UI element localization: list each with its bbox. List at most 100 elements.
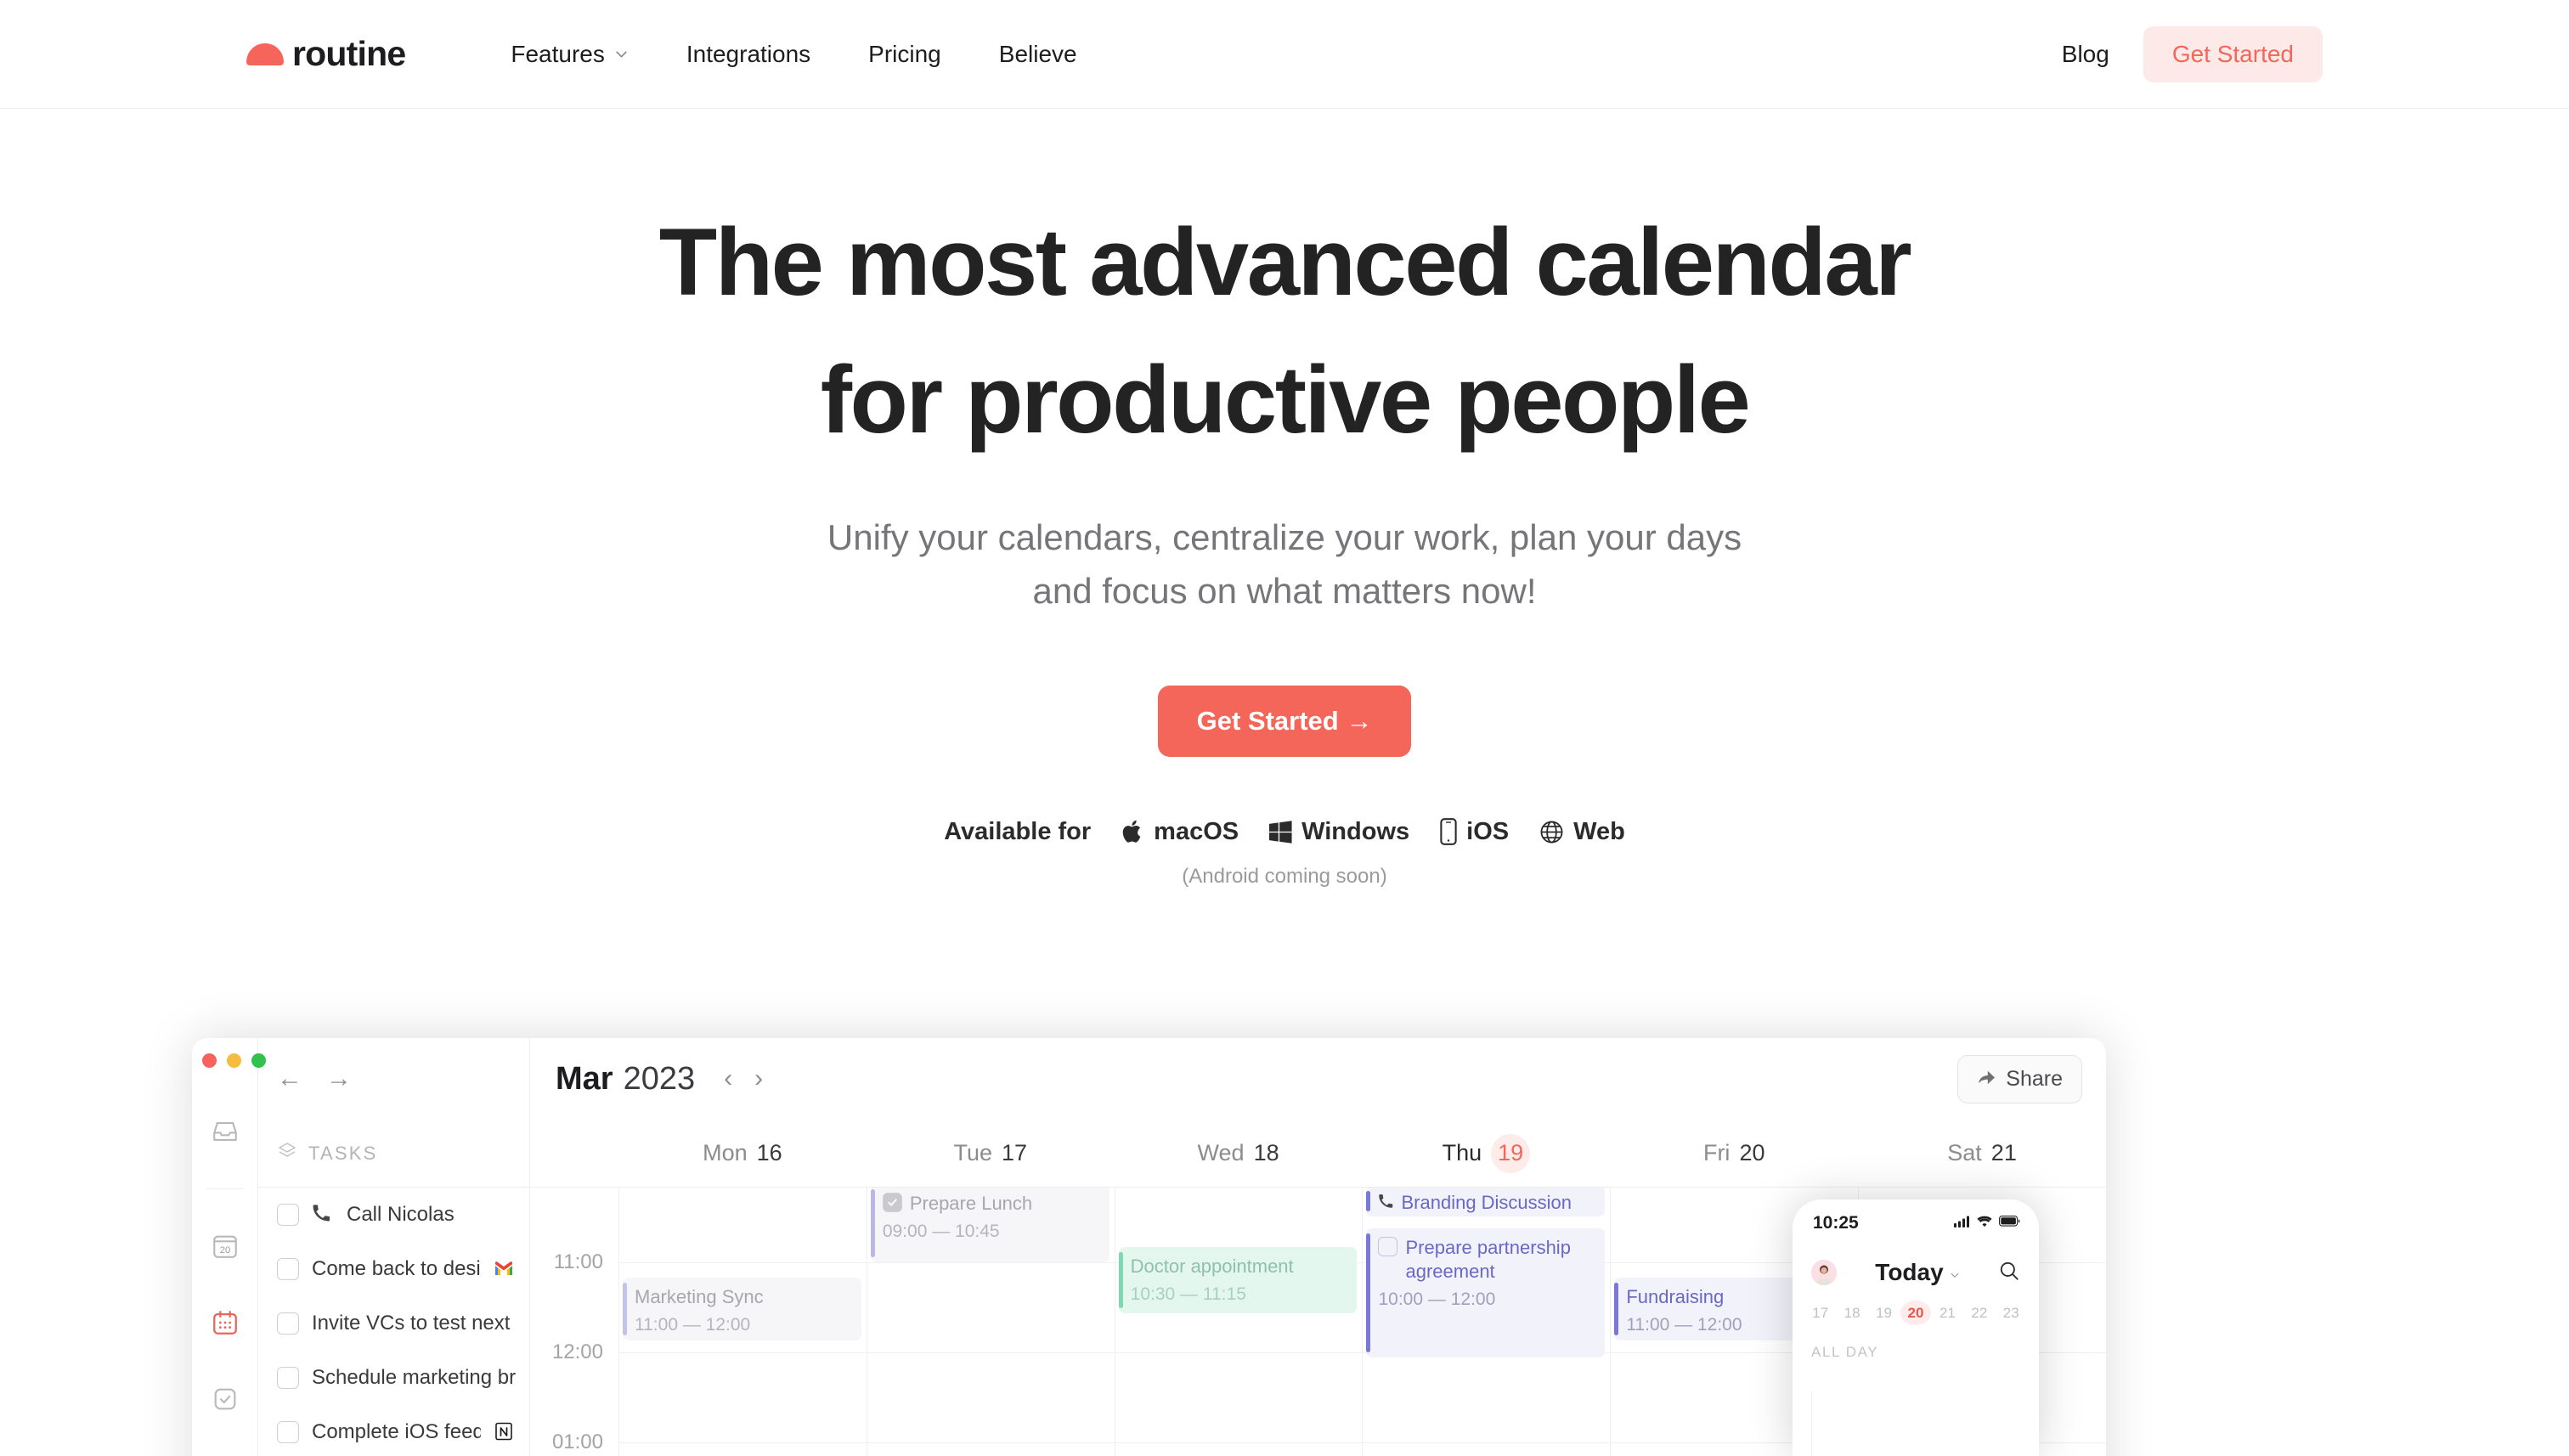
event-color-bar xyxy=(1118,1252,1123,1308)
day-column-thu[interactable]: Branding Discussion Prepare partnership … xyxy=(1362,1188,1610,1456)
phone-all-day-label: ALL DAY xyxy=(1811,1344,1879,1360)
calendar-day-headers: Mon 16 Tue 17 Wed 18 Thu 19 Fri 20 Sat 2… xyxy=(530,1120,2106,1188)
globe-icon xyxy=(1539,820,1564,844)
event-title: Doctor appointment xyxy=(1130,1256,1294,1277)
day-number: 21 xyxy=(1990,1140,2017,1165)
nav-item-integrations[interactable]: Integrations xyxy=(658,41,839,68)
day-header-mon[interactable]: Mon 16 xyxy=(618,1120,867,1187)
event-checkbox[interactable] xyxy=(1378,1237,1398,1256)
nav-get-started-button[interactable]: Get Started xyxy=(2143,25,2323,82)
event-color-bar xyxy=(1366,1233,1371,1352)
event-checkbox[interactable] xyxy=(882,1193,902,1212)
calendar-event[interactable]: Prepare partnership agreement 10:00 — 12… xyxy=(1366,1228,1606,1357)
calendar-event[interactable]: Prepare Lunch 09:00 — 10:45 xyxy=(870,1188,1109,1262)
platform-windows[interactable]: Windows xyxy=(1269,818,1409,846)
calendar-grid-icon[interactable] xyxy=(206,1303,245,1342)
hero-title: The most advanced calendar for productiv… xyxy=(0,194,2569,470)
check-square-icon[interactable] xyxy=(206,1380,245,1419)
phone-date[interactable]: 18 xyxy=(1836,1305,1867,1322)
day-header-wed[interactable]: Wed 18 xyxy=(1115,1120,1363,1187)
prev-week-button[interactable]: ‹ xyxy=(724,1064,732,1093)
task-item[interactable]: Call Nicolas xyxy=(258,1188,529,1242)
day-column-mon[interactable]: Marketing Sync 11:00 — 12:00 xyxy=(618,1188,867,1456)
phone-title-group[interactable]: Today xyxy=(1875,1259,1959,1286)
calendar-year: 2023 xyxy=(623,1060,696,1097)
calendar-event[interactable]: Marketing Sync 11:00 — 12:00 xyxy=(623,1278,861,1340)
calendar-event[interactable]: Branding Discussion xyxy=(1366,1188,1606,1216)
search-icon[interactable] xyxy=(1998,1260,2020,1286)
platform-web[interactable]: Web xyxy=(1539,818,1625,846)
tasks-panel: ← → TASKS Call Nicolas Come back to desi… xyxy=(258,1038,530,1456)
minimize-button[interactable] xyxy=(227,1053,241,1068)
task-checkbox[interactable] xyxy=(277,1204,299,1226)
day-number: 18 xyxy=(1253,1140,1279,1165)
event-time: 11:00 — 12:00 xyxy=(635,1315,751,1335)
brand-name: routine xyxy=(292,34,406,73)
day-header-tue[interactable]: Tue 17 xyxy=(867,1120,1115,1187)
share-button[interactable]: Share xyxy=(1957,1054,2082,1103)
task-checkbox[interactable] xyxy=(277,1258,299,1280)
event-time: 09:00 — 10:45 xyxy=(882,1222,1000,1242)
task-item[interactable]: Schedule marketing brainstor... xyxy=(258,1351,529,1405)
task-checkbox[interactable] xyxy=(277,1312,299,1335)
svg-text:20: 20 xyxy=(219,1245,230,1256)
chevron-down-icon xyxy=(1950,1259,1960,1286)
next-week-button[interactable]: › xyxy=(754,1064,763,1093)
task-checkbox[interactable] xyxy=(277,1367,299,1389)
window-traffic-lights xyxy=(202,1053,266,1068)
day-name: Fri xyxy=(1702,1140,1731,1165)
phone-mockup: 10:25 Today 17 18 19 20 21 22 23 ALL DAY xyxy=(1793,1199,2039,1456)
nav-item-features[interactable]: Features xyxy=(482,41,658,68)
nav-right-group: Blog Get Started xyxy=(2062,25,2323,82)
day-header-thu-today[interactable]: Thu 19 xyxy=(1362,1120,1610,1187)
chevron-down-icon xyxy=(614,47,629,61)
calendar-event[interactable]: Doctor appointment 10:30 — 11:15 xyxy=(1118,1247,1358,1313)
task-checkbox[interactable] xyxy=(277,1421,299,1443)
phone-date[interactable]: 21 xyxy=(1932,1305,1963,1322)
phone-date[interactable]: 17 xyxy=(1804,1305,1836,1322)
day-number: 20 xyxy=(1739,1140,1765,1165)
phone-date[interactable]: 19 xyxy=(1868,1305,1900,1322)
day-column-wed[interactable]: Doctor appointment 10:30 — 11:15 xyxy=(1114,1188,1363,1456)
platform-macos[interactable]: macOS xyxy=(1121,818,1239,846)
phone-icon xyxy=(312,1204,334,1226)
task-item[interactable]: Come back to designer xyxy=(258,1242,529,1296)
inbox-icon[interactable] xyxy=(206,1112,245,1151)
top-navbar: routine Features Integrations Pricing Be… xyxy=(0,0,2569,109)
phone-date-active[interactable]: 20 xyxy=(1900,1301,1932,1325)
phone-date[interactable]: 23 xyxy=(1996,1305,2027,1322)
forward-arrow-button[interactable]: → xyxy=(326,1066,352,1092)
platform-ios[interactable]: iOS xyxy=(1440,818,1509,846)
calendar-day-icon[interactable]: 20 xyxy=(206,1227,245,1266)
day-header-sat[interactable]: Sat 21 xyxy=(1858,1120,2106,1187)
nav-item-pricing[interactable]: Pricing xyxy=(839,41,970,68)
task-label: Schedule marketing brainstor... xyxy=(312,1366,516,1389)
platform-availability: Available for macOS Windows iOS Web xyxy=(0,818,2569,846)
task-item[interactable]: Complete iOS feedback xyxy=(258,1405,529,1456)
routine-dome-icon xyxy=(246,42,284,65)
wifi-icon xyxy=(1977,1216,1992,1232)
nav-item-blog[interactable]: Blog xyxy=(2062,41,2109,68)
hero-get-started-button[interactable]: Get Started → xyxy=(1157,685,1412,757)
event-time: 10:30 — 11:15 xyxy=(1130,1284,1246,1305)
phone-header: Today xyxy=(1793,1233,2039,1286)
task-label: Call Nicolas xyxy=(347,1203,455,1226)
time-label: 01:00 xyxy=(551,1431,603,1453)
notion-icon xyxy=(494,1421,516,1443)
app-sidebar-rail: 20 xyxy=(192,1038,266,1456)
event-color-bar xyxy=(870,1189,875,1257)
day-header-fri[interactable]: Fri 20 xyxy=(1610,1120,1858,1187)
phone-all-day-row: ALL DAY xyxy=(1793,1322,2039,1361)
nav-item-believe[interactable]: Believe xyxy=(970,41,1106,68)
close-button[interactable] xyxy=(202,1053,217,1068)
brand-logo[interactable]: routine xyxy=(246,34,406,74)
phone-date[interactable]: 22 xyxy=(1963,1305,1995,1322)
back-arrow-button[interactable]: ← xyxy=(277,1066,302,1092)
day-column-tue[interactable]: Prepare Lunch 09:00 — 10:45 xyxy=(866,1188,1115,1456)
time-label: 11:00 xyxy=(553,1250,603,1273)
task-item[interactable]: Invite VCs to test next release xyxy=(258,1296,529,1351)
avatar[interactable] xyxy=(1811,1260,1837,1285)
hero-subtitle-line1: Unify your calendars, centralize your wo… xyxy=(827,516,1742,557)
android-coming-soon-note: (Android coming soon) xyxy=(1182,864,1387,888)
event-title: Branding Discussion xyxy=(1401,1192,1572,1213)
